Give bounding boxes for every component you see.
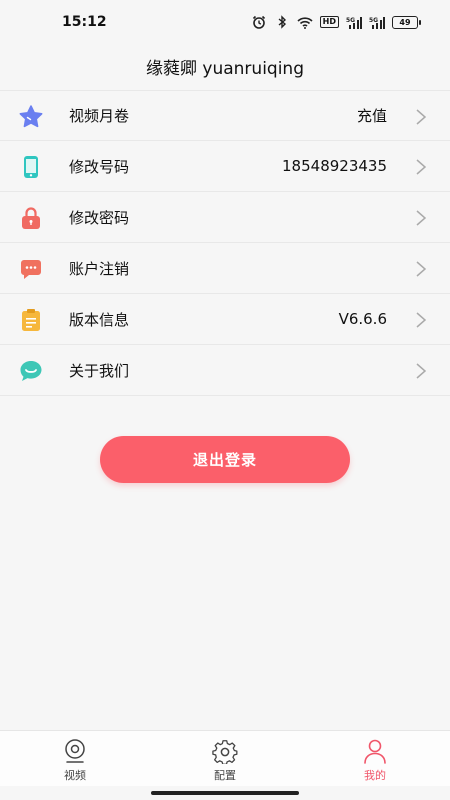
camera-icon <box>62 738 88 764</box>
signal-5g-icon-2: 5G <box>369 15 385 29</box>
clipboard-icon <box>18 307 44 333</box>
chevron-right-icon <box>416 159 427 175</box>
person-icon <box>362 738 388 764</box>
menu-item-label: 修改密码 <box>69 208 130 227</box>
star-icon <box>18 104 44 130</box>
menu-item-about-us[interactable]: 关于我们 <box>0 345 450 396</box>
chevron-right-icon <box>416 109 427 125</box>
menu-item-label: 账户注销 <box>69 259 130 278</box>
tab-label: 我的 <box>364 769 386 782</box>
bluetooth-icon <box>274 15 290 29</box>
user-display-name: 缘蕤卿 yuanruiqing <box>146 58 304 79</box>
logout-button[interactable]: 退出登录 <box>100 436 350 483</box>
menu-item-label: 关于我们 <box>69 361 130 380</box>
tab-label: 视频 <box>64 769 86 782</box>
menu-item-value: 充值 <box>356 107 387 125</box>
status-bar: 15:12 HD 5G 5G 49 <box>0 0 450 44</box>
tab-video[interactable]: 视频 <box>0 731 150 786</box>
hd-icon: HD <box>319 16 339 28</box>
chevron-right-icon <box>416 363 427 379</box>
settings-menu-list: 视频月卷 充值 修改号码 18548923435 修改密码 账户注销 版本信息 … <box>0 90 450 396</box>
menu-item-value: V6.6.6 <box>338 310 387 328</box>
lock-icon <box>18 205 44 231</box>
menu-item-change-password[interactable]: 修改密码 <box>0 192 450 243</box>
menu-item-version-info[interactable]: 版本信息 V6.6.6 <box>0 294 450 345</box>
menu-item-video-monthly[interactable]: 视频月卷 充值 <box>0 90 450 141</box>
phone-icon <box>18 154 44 180</box>
chevron-right-icon <box>416 312 427 328</box>
alarm-icon <box>251 15 267 29</box>
menu-item-delete-account[interactable]: 账户注销 <box>0 243 450 294</box>
gear-icon <box>212 738 238 764</box>
tab-label: 配置 <box>214 769 236 782</box>
home-indicator <box>151 791 299 795</box>
battery-icon: 49 <box>392 15 421 29</box>
menu-item-value: 18548923435 <box>282 157 387 175</box>
signal-5g-icon: 5G <box>346 15 362 29</box>
menu-item-label: 修改号码 <box>69 157 130 176</box>
tab-mine[interactable]: 我的 <box>300 731 450 786</box>
svg-text:5G: 5G <box>369 17 378 24</box>
menu-item-label: 版本信息 <box>69 310 130 329</box>
bottom-tab-bar: 视频 配置 我的 <box>0 730 450 786</box>
profile-header: 缘蕤卿 yuanruiqing <box>0 44 450 88</box>
menu-item-change-phone[interactable]: 修改号码 18548923435 <box>0 141 450 192</box>
smile-bubble-icon <box>18 358 44 384</box>
tab-config[interactable]: 配置 <box>150 731 300 786</box>
chevron-right-icon <box>416 261 427 277</box>
chat-bubble-icon <box>18 256 44 282</box>
wifi-icon <box>297 15 313 29</box>
chevron-right-icon <box>416 210 427 226</box>
menu-item-label: 视频月卷 <box>69 107 130 125</box>
status-icons: HD 5G 5G 49 <box>251 15 421 29</box>
status-time: 15:12 <box>62 14 107 30</box>
svg-text:5G: 5G <box>346 17 355 24</box>
